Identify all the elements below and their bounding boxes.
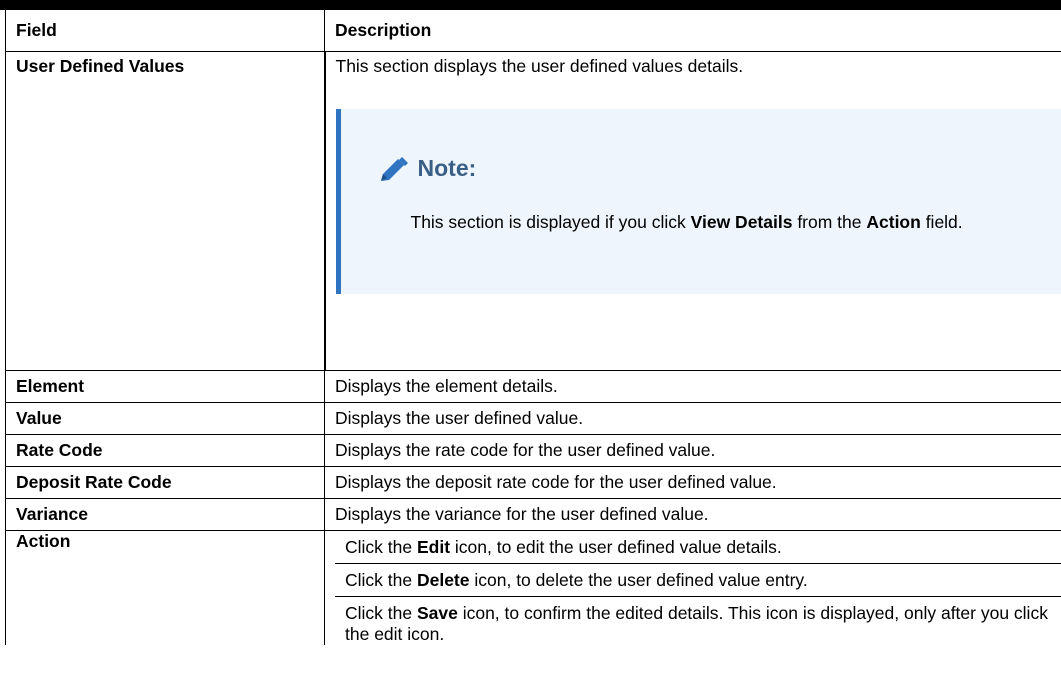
description-cell: Click the Edit icon, to edit the user de… xyxy=(325,530,1061,645)
action-line-save: Click the Save icon, to confirm the edit… xyxy=(345,602,1048,644)
note-box: Note: This section is displayed if you c… xyxy=(335,108,1061,294)
note-text: field. xyxy=(920,211,963,232)
description-cell: Displays the element details. xyxy=(324,370,1061,403)
field-cell: Element xyxy=(5,370,325,403)
table-row: Action Click the Edit icon, to edit the … xyxy=(5,530,1061,645)
action-line-edit: Click the Edit icon, to edit the user de… xyxy=(335,531,1061,564)
field-cell: Variance xyxy=(5,498,325,531)
pencil-icon xyxy=(380,156,408,181)
description-cell: Displays the variance for the user defin… xyxy=(324,498,1061,531)
field-description-table: Field Description User Defined Values Th… xyxy=(5,10,1061,645)
header-field: Field xyxy=(5,10,325,52)
note-title: Note: xyxy=(417,155,477,181)
note-text: This section is displayed if you click xyxy=(410,211,691,232)
table-row: User Defined Values This section display… xyxy=(5,51,1061,371)
note-header: Note: xyxy=(377,155,477,183)
table-row: Element Displays the element details. xyxy=(5,370,1061,403)
udv-description: This section displays the user defined v… xyxy=(335,55,744,76)
field-cell: Action xyxy=(5,530,325,645)
description-cell: Displays the rate code for the user defi… xyxy=(324,434,1061,467)
table-row: Value Displays the user defined value. xyxy=(5,402,1061,435)
field-cell: Rate Code xyxy=(5,434,325,467)
note-body: This section is displayed if you click V… xyxy=(411,209,971,235)
table-row: Rate Code Displays the rate code for the… xyxy=(5,434,1061,467)
action-line-delete: Click the Delete icon, to delete the use… xyxy=(335,564,1061,597)
header-description: Description xyxy=(324,10,1061,52)
note-bold-action: Action xyxy=(866,211,921,232)
field-cell: User Defined Values xyxy=(5,51,326,371)
description-cell: This section displays the user defined v… xyxy=(324,51,1061,371)
field-cell: Deposit Rate Code xyxy=(5,466,325,499)
table-header-row: Field Description xyxy=(5,10,1061,52)
description-cell: Displays the user defined value. xyxy=(324,402,1061,435)
top-rule xyxy=(0,0,1061,10)
field-cell: Value xyxy=(5,402,325,435)
table-row: Variance Displays the variance for the u… xyxy=(5,498,1061,531)
note-text: from the xyxy=(792,211,867,232)
description-cell: Displays the deposit rate code for the u… xyxy=(324,466,1061,499)
note-bold-view-details: View Details xyxy=(690,211,793,232)
table-row: Deposit Rate Code Displays the deposit r… xyxy=(5,466,1061,499)
